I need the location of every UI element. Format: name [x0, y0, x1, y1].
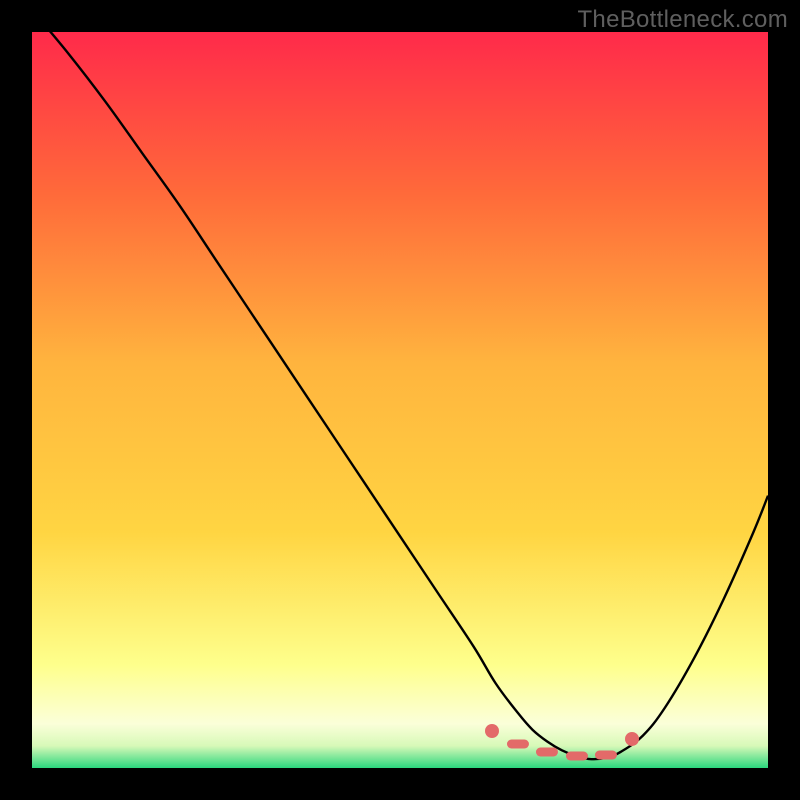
plot-frame	[32, 32, 768, 768]
marker-pill	[536, 747, 558, 756]
marker-dot	[625, 732, 639, 746]
marker-pill	[595, 750, 617, 759]
watermark-text: TheBottleneck.com	[577, 6, 788, 34]
marker-dot	[485, 724, 499, 738]
marker-pill	[566, 752, 588, 761]
marker-pill	[507, 740, 529, 749]
gradient-background	[32, 32, 768, 768]
